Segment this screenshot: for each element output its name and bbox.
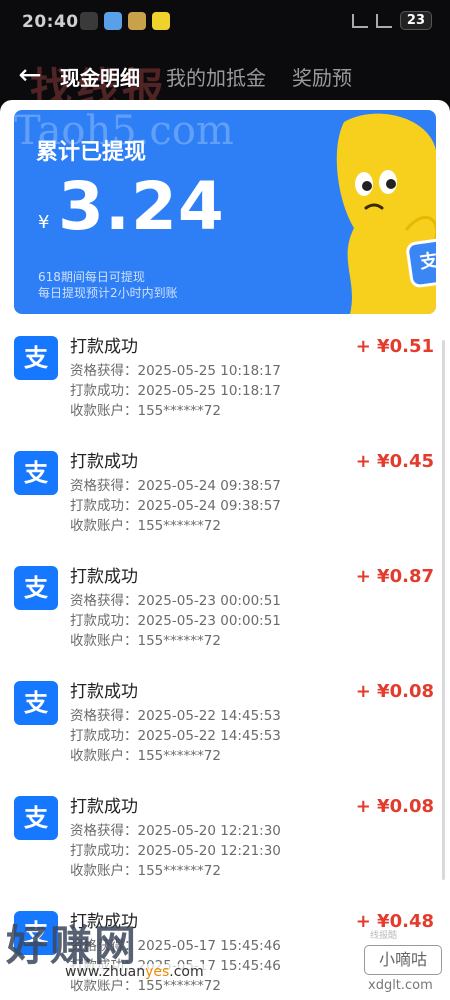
record-list: 支 打款成功 资格获得：2025-05-25 10:18:17 打款成功：202…	[0, 322, 450, 1000]
watermark-url-right: xdglt.com	[368, 978, 433, 993]
record-status: 打款成功	[70, 452, 138, 472]
record-paid-time: 打款成功：2025-05-25 10:18:17	[70, 383, 281, 399]
record-account: 收款账户：155******72	[70, 518, 221, 534]
record-account: 收款账户：155******72	[70, 863, 221, 879]
list-item[interactable]: 支 打款成功 资格获得：2025-05-20 12:21:30 打款成功：202…	[0, 782, 450, 897]
alipay-icon: 支	[14, 566, 58, 610]
list-item[interactable]: 支 打款成功 资格获得：2025-05-25 10:18:17 打款成功：202…	[0, 322, 450, 437]
scrollbar[interactable]	[442, 340, 445, 880]
status-right: 23	[351, 11, 432, 30]
record-paid-time: 打款成功：2025-05-23 00:00:51	[70, 613, 281, 629]
total-withdrawn-amount: 3.24	[58, 168, 225, 245]
record-amount: + ¥0.08	[355, 796, 434, 817]
app-notification-icon	[128, 12, 146, 30]
header: ← 现金明细 我的加抵金 奖励预	[0, 50, 450, 103]
alipay-badge-icon: 支	[405, 237, 436, 289]
record-status: 打款成功	[70, 797, 138, 817]
summary-note: 618期间每日可提现	[38, 270, 145, 284]
record-status: 打款成功	[70, 337, 138, 357]
watermark-small: 线报酷	[370, 931, 398, 941]
record-status: 打款成功	[70, 567, 138, 587]
tab-cash-detail[interactable]: 现金明细	[60, 60, 140, 103]
notification-icons	[80, 12, 170, 30]
record-account: 收款账户：155******72	[70, 748, 221, 764]
record-amount: + ¥0.87	[355, 566, 434, 587]
watermark-box: 小嘀咕	[364, 945, 442, 975]
list-item[interactable]: 支 打款成功 资格获得：2025-05-22 14:45:53 打款成功：202…	[0, 667, 450, 782]
app-notification-icon	[104, 12, 122, 30]
record-account: 收款账户：155******72	[70, 633, 221, 649]
record-paid-time: 打款成功：2025-05-20 12:21:30	[70, 843, 281, 859]
record-qualify-time: 资格获得：2025-05-25 10:18:17	[70, 363, 281, 379]
summary-note: 每日提现预计2小时内到账	[38, 286, 178, 300]
record-qualify-time: 资格获得：2025-05-22 14:45:53	[70, 708, 281, 724]
app-notification-icon	[80, 12, 98, 30]
back-arrow-icon[interactable]: ←	[14, 60, 46, 92]
record-qualify-time: 资格获得：2025-05-23 00:00:51	[70, 593, 281, 609]
record-qualify-time: 资格获得：2025-05-24 09:38:57	[70, 478, 281, 494]
record-account: 收款账户：155******72	[70, 403, 221, 419]
alipay-icon: 支	[14, 336, 58, 380]
app-notification-icon	[152, 12, 170, 30]
record-qualify-time: 资格获得：2025-05-20 12:21:30	[70, 823, 281, 839]
list-item[interactable]: 支 打款成功 资格获得：2025-05-24 09:38:57 打款成功：202…	[0, 437, 450, 552]
list-item[interactable]: 支 打款成功 资格获得：2025-05-23 00:00:51 打款成功：202…	[0, 552, 450, 667]
record-amount: + ¥0.51	[355, 336, 434, 357]
record-amount: + ¥0.08	[355, 681, 434, 702]
content-panel: 累计已提现 ¥ 3.24 618期间每日可提现 每日提现预计2小时内到账 支 T…	[0, 100, 450, 1000]
status-bar: 20:40 23	[0, 0, 450, 44]
record-paid-time: 打款成功：2025-05-22 14:45:53	[70, 728, 281, 744]
record-status: 打款成功	[70, 682, 138, 702]
status-time: 20:40	[22, 12, 79, 32]
battery-icon: 23	[399, 11, 432, 30]
signal-icon	[351, 13, 368, 28]
signal-icon	[375, 13, 392, 28]
record-paid-time: 打款成功：2025-05-24 09:38:57	[70, 498, 281, 514]
tab-my-credit[interactable]: 我的加抵金	[166, 60, 266, 93]
currency-symbol: ¥	[38, 212, 50, 233]
watermark-site: Taoh5.com	[14, 108, 234, 154]
tab-bar: 现金明细 我的加抵金 奖励预	[60, 60, 390, 103]
alipay-icon: 支	[14, 681, 58, 725]
record-amount: + ¥0.45	[355, 451, 434, 472]
tab-reward-preview[interactable]: 奖励预	[292, 60, 364, 93]
alipay-icon: 支	[14, 796, 58, 840]
watermark-url: www.zhuanyes.com	[62, 964, 207, 980]
alipay-icon: 支	[14, 451, 58, 495]
